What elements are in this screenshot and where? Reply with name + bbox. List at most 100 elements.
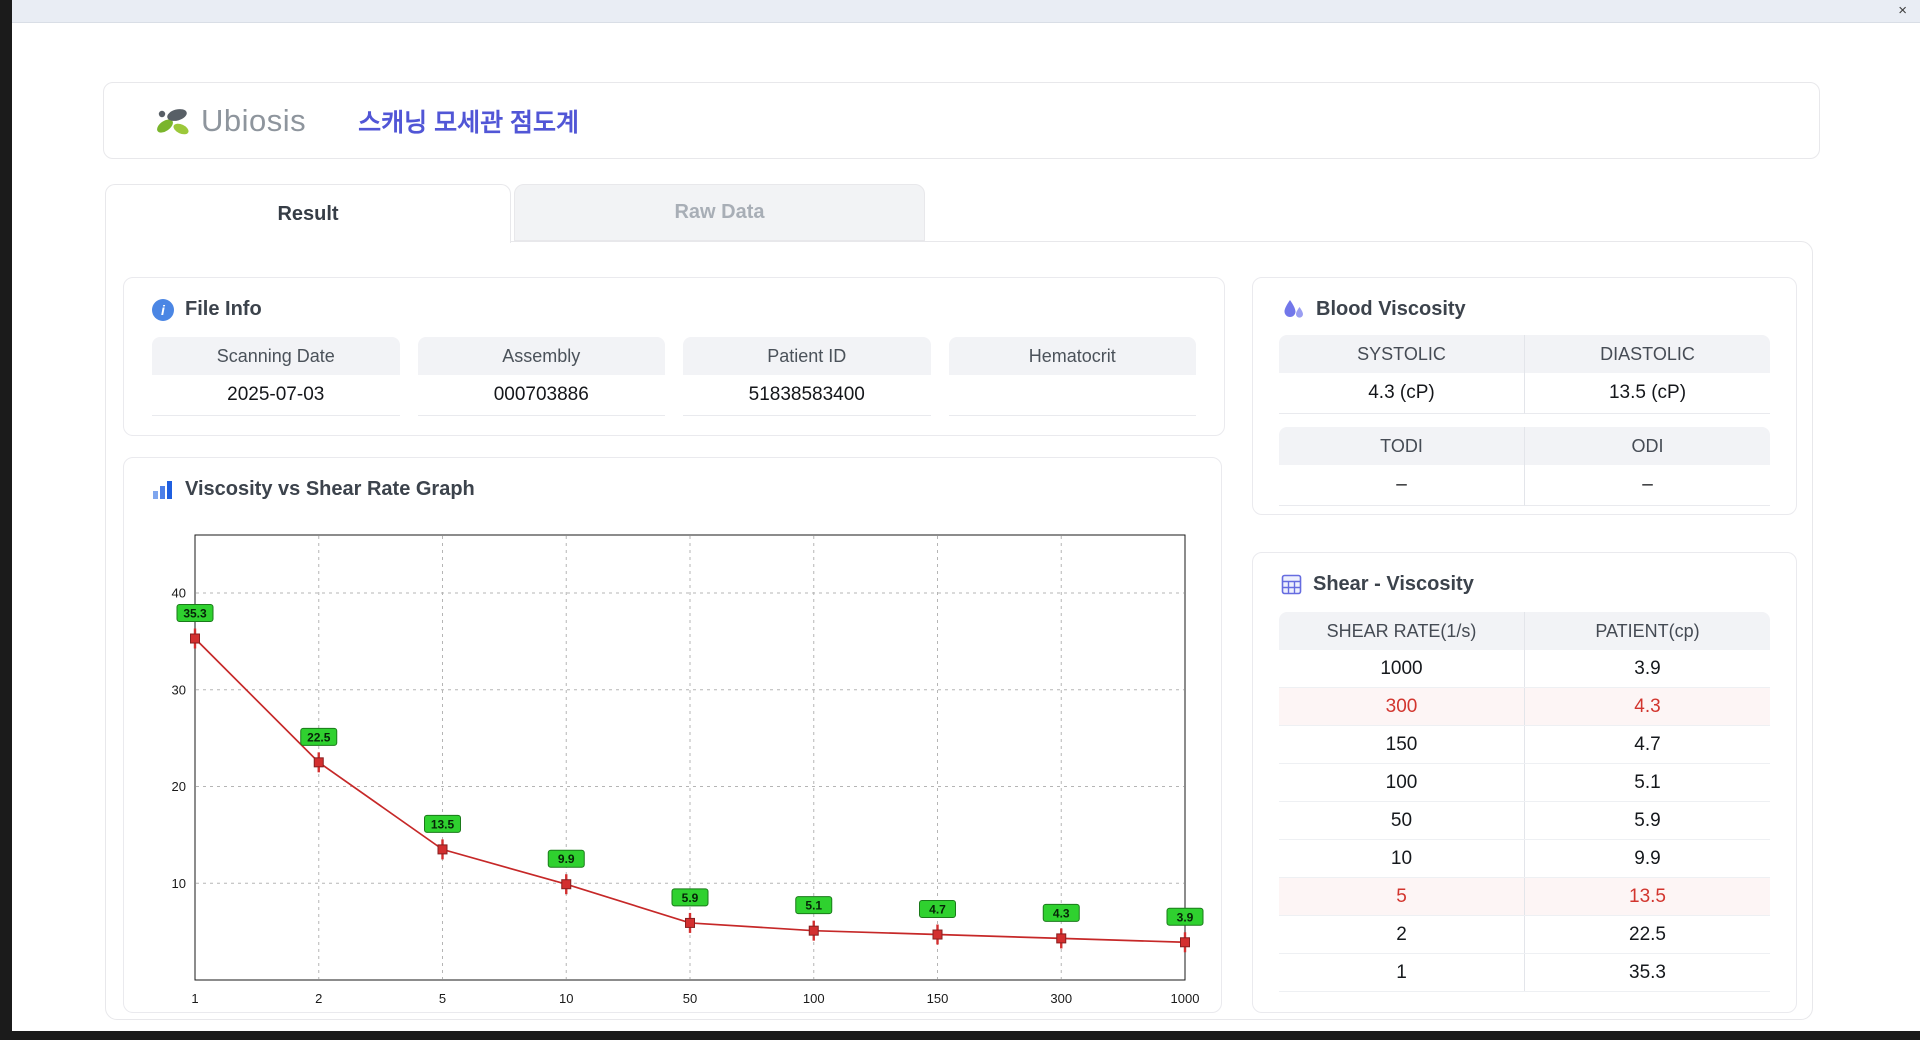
svg-text:5.9: 5.9 <box>682 891 699 905</box>
viscosity-chart: 10 20 30 40 1 2 5 10 50 100 150 300 1000 35.3 22.5 13.5… <box>172 534 1204 1006</box>
svg-text:13.5: 13.5 <box>431 817 455 831</box>
bv-header-row: SYSTOLIC DIASTOLIC <box>1279 335 1770 373</box>
svg-text:20: 20 <box>172 779 186 794</box>
file-info-fields: Scanning Date 2025-07-03 Assembly 000703… <box>124 335 1224 416</box>
shear-viscosity-header: Shear - Viscosity <box>1253 553 1796 610</box>
svg-text:300: 300 <box>1050 991 1072 1006</box>
info-icon: i <box>152 298 174 321</box>
titlebar: × <box>12 0 1920 23</box>
field-value: 2025-07-03 <box>152 375 400 416</box>
patient-cell: 13.5 <box>1629 885 1666 907</box>
blood-viscosity-header: Blood Viscosity <box>1253 278 1796 335</box>
svg-text:3.9: 3.9 <box>1177 910 1194 924</box>
bv-value-row: 4.3 (cP) 13.5 (cP) <box>1279 373 1770 414</box>
svg-text:50: 50 <box>683 991 697 1006</box>
svg-text:35.3: 35.3 <box>183 607 207 621</box>
shear-rate-cell: 1 <box>1279 954 1525 991</box>
svg-text:10: 10 <box>559 991 573 1006</box>
file-info-title: File Info <box>185 298 262 320</box>
table-row: 1 35.3 <box>1279 954 1770 992</box>
tab-raw-data[interactable]: Raw Data <box>514 184 925 241</box>
patient-cell: 35.3 <box>1629 961 1666 983</box>
systolic-value: 4.3 (cP) <box>1279 373 1525 414</box>
shear-rate-cell: 300 <box>1279 688 1525 725</box>
bar-chart-icon <box>153 480 172 499</box>
patient-cell: 9.9 <box>1634 847 1661 869</box>
page-title: 스캐닝 모세관 점도계 <box>358 108 580 137</box>
bv-value-row: – – <box>1279 465 1770 506</box>
table-row: 2 22.5 <box>1279 916 1770 954</box>
todi-odi-group: TODI ODI – – <box>1279 427 1770 506</box>
patient-cell: 5.9 <box>1634 809 1661 831</box>
bv-header-row: TODI ODI <box>1279 427 1770 465</box>
patient-cell: 3.9 <box>1634 657 1661 679</box>
table-row: 100 5.1 <box>1279 764 1770 802</box>
svg-text:10: 10 <box>172 876 186 891</box>
diastolic-header: DIASTOLIC <box>1600 343 1695 364</box>
svg-text:5: 5 <box>439 991 446 1006</box>
shear-rate-cell: 5 <box>1279 878 1525 915</box>
field-assembly: Assembly 000703886 <box>417 337 665 416</box>
field-value: 000703886 <box>417 375 665 416</box>
field-label: Patient ID <box>683 337 931 375</box>
header-card: Ubiosis 스캐닝 모세관 점도계 <box>103 82 1820 159</box>
table-row: 50 5.9 <box>1279 802 1770 840</box>
svg-text:5.1: 5.1 <box>805 899 822 913</box>
ubiosis-logo: Ubiosis <box>150 102 306 140</box>
svg-text:1000: 1000 <box>1171 991 1200 1006</box>
brand-name: Ubiosis <box>201 102 307 138</box>
table-row: 10 9.9 <box>1279 840 1770 878</box>
shear-viscosity-card: Shear - Viscosity SHEAR RATE(1/s) PATIEN… <box>1252 552 1797 1013</box>
field-patient-id: Patient ID 51838583400 <box>683 337 931 416</box>
table-row: 5 13.5 <box>1279 878 1770 916</box>
svg-text:2: 2 <box>315 991 322 1006</box>
viscosity-graph-card: Viscosity vs Shear Rate Graph 10 20 30 40 1 2… <box>123 457 1222 1013</box>
app-window: × Ubiosis 스캐닝 모세관 점도계 Result Raw Data i … <box>12 0 1920 1031</box>
shear-rate-cell: 150 <box>1279 726 1525 763</box>
graph-title: Viscosity vs Shear Rate Graph <box>185 478 475 500</box>
table-row: 300 4.3 <box>1279 688 1770 726</box>
water-drops-icon <box>1284 299 1303 318</box>
svg-text:4.7: 4.7 <box>929 903 946 917</box>
field-scanning-date: Scanning Date 2025-07-03 <box>152 337 400 416</box>
field-value: 51838583400 <box>683 375 931 416</box>
svg-text:4.3: 4.3 <box>1053 906 1070 920</box>
svg-text:30: 30 <box>172 682 186 697</box>
svg-text:9.9: 9.9 <box>558 852 575 866</box>
ubiosis-logo-mark <box>157 108 189 134</box>
shear-viscosity-title: Shear - Viscosity <box>1313 573 1474 595</box>
field-label: Hematocrit <box>948 337 1196 375</box>
table-header-row: SHEAR RATE(1/s) PATIENT(cp) <box>1279 612 1770 650</box>
graph-header: Viscosity vs Shear Rate Graph <box>124 458 1221 515</box>
svg-text:100: 100 <box>803 991 825 1006</box>
shear-rate-cell: 10 <box>1279 840 1525 877</box>
file-info-card: i File Info Scanning Date 2025-07-03 Ass… <box>123 277 1225 436</box>
table-row: 150 4.7 <box>1279 726 1770 764</box>
field-label: Assembly <box>417 337 665 375</box>
svg-text:22.5: 22.5 <box>307 730 331 744</box>
todi-header: TODI <box>1279 427 1525 465</box>
systolic-diastolic-group: SYSTOLIC DIASTOLIC 4.3 (cP) 13.5 (cP) <box>1279 335 1770 414</box>
field-value <box>948 375 1196 416</box>
table-grid-icon <box>1281 574 1302 595</box>
blood-viscosity-card: Blood Viscosity SYSTOLIC DIASTOLIC 4.3 (… <box>1252 277 1797 515</box>
diastolic-value: 13.5 (cP) <box>1525 373 1770 414</box>
patient-cell: 4.3 <box>1634 695 1661 717</box>
close-icon[interactable]: × <box>1898 2 1907 20</box>
shear-rate-cell: 2 <box>1279 916 1525 953</box>
tab-result[interactable]: Result <box>105 184 511 243</box>
patient-cell: 5.1 <box>1634 771 1661 793</box>
field-label: Scanning Date <box>152 337 400 375</box>
table-body: 1000 3.9 300 4.3 150 4.7 100 5.1 50 5.9 10 9.9 5 13.5… <box>1279 650 1770 992</box>
patient-cell: 4.7 <box>1634 733 1661 755</box>
field-hematocrit: Hematocrit <box>948 337 1196 416</box>
shear-viscosity-table: SHEAR RATE(1/s) PATIENT(cp) 1000 3.9 300 4.… <box>1279 612 1770 992</box>
svg-text:150: 150 <box>927 991 949 1006</box>
systolic-header: SYSTOLIC <box>1279 335 1525 373</box>
odi-header: ODI <box>1631 435 1664 456</box>
patient-column-header: PATIENT(cp) <box>1595 620 1700 641</box>
svg-text:40: 40 <box>172 586 186 601</box>
blood-viscosity-title: Blood Viscosity <box>1316 298 1466 320</box>
shear-rate-column-header: SHEAR RATE(1/s) <box>1279 612 1525 650</box>
odi-value: – <box>1525 465 1770 506</box>
